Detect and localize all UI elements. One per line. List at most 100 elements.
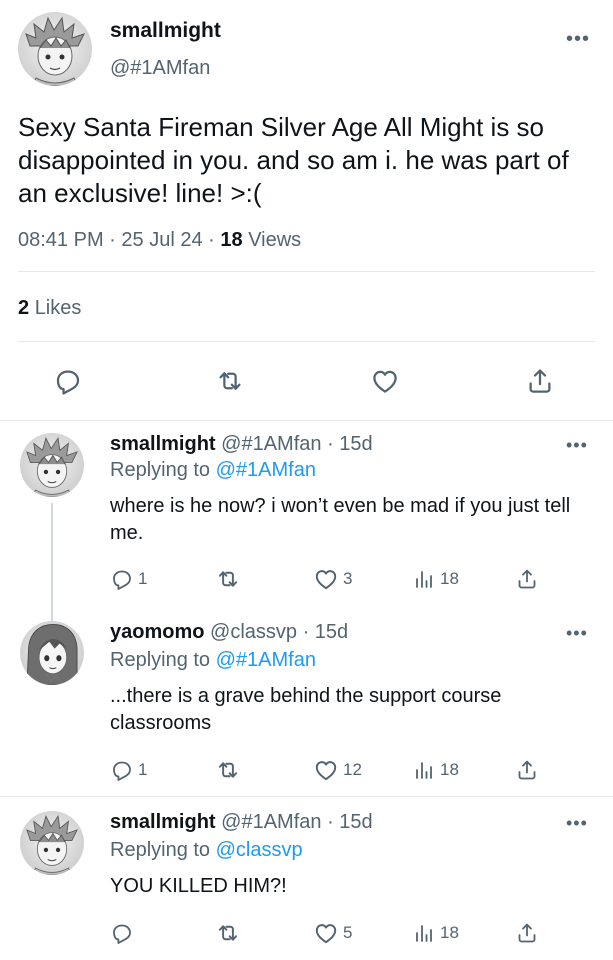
reply-age[interactable]: · 15d <box>327 433 373 455</box>
replying-to: Replying to @#1AMfan <box>110 649 316 672</box>
reply-button[interactable]: 1 <box>110 754 147 786</box>
reply-button[interactable] <box>47 360 89 402</box>
heart-icon <box>373 370 397 393</box>
heart-icon <box>315 570 337 590</box>
reply-header: yaomomo @classvp · 15d <box>110 621 348 644</box>
reply-header: smallmight @#1AMfan · 15d <box>110 811 373 834</box>
share-button[interactable] <box>515 754 539 786</box>
reply-action-bar: 1 3 18 <box>0 563 613 595</box>
like-button[interactable]: 12 <box>313 754 362 786</box>
reply-tweet: smallmight @#1AMfan · 15d ••• Replying t… <box>0 421 613 621</box>
reply-count: 1 <box>138 569 148 588</box>
likes-count: 2 <box>18 297 30 319</box>
replying-to-handle[interactable]: @classvp <box>216 839 303 861</box>
tweet-time[interactable]: 08:41 PM <box>18 229 104 251</box>
tweet-date[interactable]: 25 Jul 24 <box>121 229 202 251</box>
reply-age[interactable]: · 15d <box>303 621 349 643</box>
views-count: 18 <box>220 229 243 251</box>
reply-icon <box>113 924 131 944</box>
retweet-icon <box>218 925 238 941</box>
divider <box>18 271 595 272</box>
likes-label: Likes <box>34 297 82 319</box>
reply-button[interactable]: 1 <box>110 563 147 595</box>
display-name[interactable]: smallmight <box>110 433 216 455</box>
user-handle[interactable]: @classvp <box>210 621 297 643</box>
avatar-drawing <box>26 624 78 685</box>
views-icon <box>416 762 432 779</box>
user-handle[interactable]: @#1AMfan <box>110 57 210 80</box>
retweet-button[interactable] <box>215 917 245 949</box>
avatar[interactable] <box>20 433 84 497</box>
heart-icon <box>315 761 337 781</box>
reply-tweet: yaomomo @classvp · 15d ••• Replying to @… <box>0 611 613 801</box>
main-action-bar <box>0 360 613 402</box>
reply-count: 1 <box>138 760 148 779</box>
like-count: 12 <box>343 760 362 779</box>
view-count: 18 <box>440 569 459 588</box>
retweet-button[interactable] <box>215 754 245 786</box>
reply-action-bar: 1 12 18 <box>0 754 613 786</box>
reply-text: ...there is a grave behind the support c… <box>110 685 502 734</box>
divider <box>18 341 595 342</box>
reply-text: where is he now? i won’t even be mad if … <box>110 495 571 544</box>
avatar-drawing <box>26 815 78 875</box>
avatar-drawing <box>25 16 85 86</box>
likes-stat[interactable]: 2 Likes <box>18 297 81 320</box>
retweet-button[interactable] <box>215 563 245 595</box>
views-label: Views <box>248 229 302 251</box>
views-icon <box>416 571 432 588</box>
reply-header: smallmight @#1AMfan · 15d <box>110 433 373 456</box>
replying-to: Replying to @classvp <box>110 839 303 862</box>
reply-button[interactable] <box>110 917 138 949</box>
retweet-icon <box>218 762 238 778</box>
replying-label: Replying to <box>110 459 211 481</box>
replying-to: Replying to @#1AMfan <box>110 459 316 482</box>
reply-text: YOU KILLED HIM?! <box>110 875 287 897</box>
view-count: 18 <box>440 923 459 942</box>
more-icon[interactable]: ••• <box>566 623 588 644</box>
share-icon <box>518 760 536 780</box>
more-icon[interactable]: ••• <box>566 813 588 834</box>
views-button[interactable]: 18 <box>412 754 459 786</box>
display-name[interactable]: smallmight <box>110 19 221 43</box>
avatar[interactable] <box>18 12 92 86</box>
share-button[interactable] <box>515 563 539 595</box>
meta-separator: · <box>109 229 116 251</box>
retweet-button[interactable] <box>209 360 251 402</box>
like-count: 5 <box>343 923 353 942</box>
views-button[interactable]: 18 <box>412 563 459 595</box>
meta-separator: · <box>208 229 215 251</box>
view-count: 18 <box>440 760 459 779</box>
share-button[interactable] <box>519 360 561 402</box>
thread-line <box>51 503 53 621</box>
avatar[interactable] <box>20 621 84 685</box>
reply-icon <box>113 761 131 781</box>
like-button[interactable] <box>364 360 406 402</box>
share-icon <box>518 569 536 589</box>
more-icon[interactable]: ••• <box>566 435 588 456</box>
like-button[interactable]: 5 <box>313 917 352 949</box>
reply-action-bar: 5 18 <box>0 917 613 949</box>
views-button[interactable]: 18 <box>412 917 459 949</box>
share-icon <box>518 923 536 943</box>
replying-to-handle[interactable]: @#1AMfan <box>216 649 316 671</box>
display-name[interactable]: yaomomo <box>110 621 204 643</box>
reply-icon <box>56 370 80 395</box>
share-button[interactable] <box>515 917 539 949</box>
replying-to-handle[interactable]: @#1AMfan <box>216 459 316 481</box>
user-handle[interactable]: @#1AMfan <box>221 433 321 455</box>
avatar[interactable] <box>20 811 84 875</box>
replying-label: Replying to <box>110 839 211 861</box>
reply-tweet: smallmight @#1AMfan · 15d ••• Replying t… <box>0 797 613 960</box>
user-handle[interactable]: @#1AMfan <box>221 811 321 833</box>
avatar-drawing <box>26 437 78 497</box>
reply-age[interactable]: · 15d <box>327 811 373 833</box>
reply-icon <box>113 570 131 590</box>
display-name[interactable]: smallmight <box>110 811 216 833</box>
more-icon[interactable]: ••• <box>566 28 590 51</box>
replying-label: Replying to <box>110 649 211 671</box>
heart-icon <box>315 924 337 944</box>
views-icon <box>416 925 432 942</box>
like-button[interactable]: 3 <box>313 563 352 595</box>
tweet-meta: 08:41 PM · 25 Jul 24 · 18 Views <box>18 229 301 252</box>
